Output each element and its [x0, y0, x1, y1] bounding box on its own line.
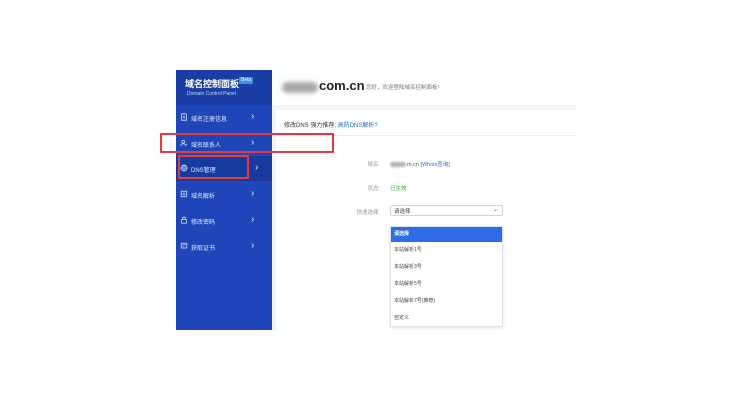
- anti-ddos-dns-link[interactable]: 高防DNS解析?: [338, 123, 378, 129]
- dropdown-option[interactable]: 本站解析5号: [391, 277, 502, 292]
- quick-select-label: 快速选择:: [356, 210, 380, 216]
- chevron-right-icon: ›: [255, 162, 259, 173]
- dns-management-highlight-box: [178, 155, 249, 179]
- document-icon: [181, 113, 187, 121]
- breadcrumb-current: 修改DNS: [284, 123, 309, 129]
- domain-value: m.cn [Whois查询]: [390, 160, 450, 168]
- dropdown-option[interactable]: 自定义: [391, 311, 502, 326]
- lock-icon: [181, 216, 187, 224]
- domain-value-text: m.cn: [407, 162, 419, 168]
- domain-label: 域名:: [367, 162, 380, 168]
- grid-icon: [180, 190, 188, 198]
- brand-title: 域名控制面板: [185, 79, 240, 89]
- sidebar-item-label: 获取证书: [191, 246, 216, 252]
- sidebar-item-label: 域名解析: [191, 194, 216, 200]
- welcome-message: 您好，欢迎登陆域名控制面板!: [366, 85, 440, 91]
- recommend-label: 强力推荐:: [310, 123, 337, 129]
- status-value: 已生效: [390, 186, 407, 192]
- brand-header: 域名控制面板 Beta Domain Control Panel: [176, 70, 272, 105]
- chevron-right-icon: ›: [251, 214, 255, 225]
- status-label: 状态:: [367, 186, 380, 192]
- dropdown-option[interactable]: 本站解析7号(推荐): [391, 294, 502, 309]
- select-value: 请选择: [394, 209, 411, 215]
- sidebar-item-registration-info[interactable]: 域名注册信息 ›: [176, 105, 272, 130]
- brand-subtitle: Domain Control Panel: [187, 91, 236, 97]
- chevron-right-icon: ›: [251, 111, 255, 122]
- domain-title: com.cn: [319, 78, 365, 93]
- dropdown-menu: 请选择 本站解析1号 本站解析3号 本站解析5号 本站解析7号(推荐) 自定义: [390, 226, 503, 327]
- quick-select-highlight-box: [160, 133, 334, 153]
- beta-badge: Beta: [239, 77, 254, 84]
- whois-link[interactable]: [Whois查询]: [420, 162, 449, 168]
- certificate-icon: [180, 242, 188, 249]
- dropdown-option[interactable]: 请选择: [391, 227, 502, 242]
- chevron-down-icon: ⌄: [492, 207, 498, 213]
- sidebar: 域名控制面板 Beta Domain Control Panel 域名注册信息 …: [176, 70, 272, 330]
- chevron-right-icon: ›: [251, 240, 255, 251]
- chevron-right-icon: ›: [251, 188, 255, 199]
- sidebar-item-get-certificate[interactable]: 获取证书 ›: [176, 234, 272, 259]
- page-header: com.cn 您好，欢迎登陆域名控制面板!: [272, 70, 576, 104]
- redacted-domain: [390, 162, 406, 168]
- dropdown-option[interactable]: 本站解析3号: [391, 260, 502, 275]
- sidebar-item-change-password[interactable]: 修改密码 ›: [176, 208, 272, 233]
- breadcrumb: 修改DNS 强力推荐: 高防DNS解析?: [284, 120, 378, 129]
- main-panel: com.cn 您好，欢迎登陆域名控制面板! 修改DNS 强力推荐: 高防DNS解…: [272, 70, 576, 330]
- sidebar-item-label: 域名注册信息: [191, 117, 228, 123]
- redacted-domain-prefix: [282, 82, 318, 93]
- domain-control-panel: 域名控制面板 Beta Domain Control Panel 域名注册信息 …: [176, 70, 576, 330]
- sidebar-item-label: 修改密码: [191, 220, 216, 226]
- dropdown-option[interactable]: 本站解析1号: [391, 243, 502, 258]
- sidebar-item-domain-resolution[interactable]: 域名解析 ›: [176, 182, 272, 207]
- quick-select-dropdown[interactable]: 请选择 ⌄: [390, 205, 503, 216]
